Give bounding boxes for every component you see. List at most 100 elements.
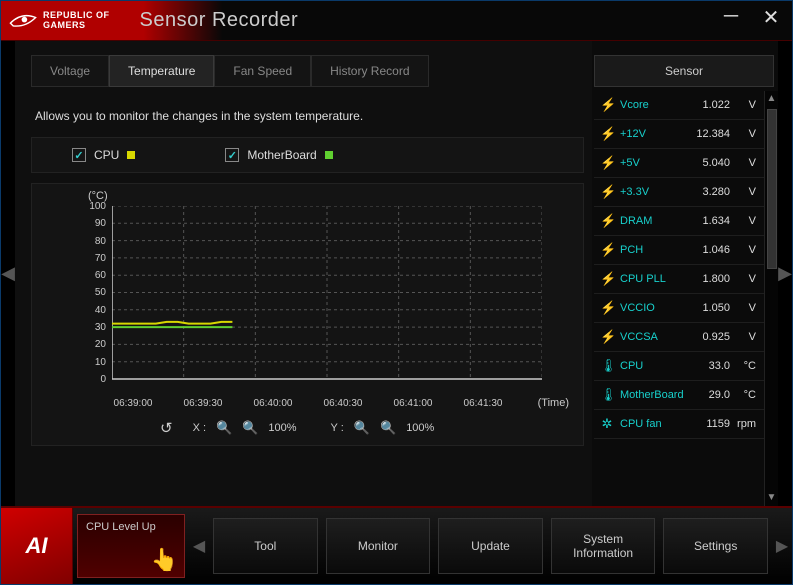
zoom-x-value: 100% xyxy=(268,422,296,434)
sensor-unit: V xyxy=(730,128,756,140)
sensor-name: DRAM xyxy=(620,215,686,227)
sidebar-scrollbar[interactable]: ▲ ▼ xyxy=(764,91,778,506)
chart-area: (°C) 1009080706050403020100 06:39:0006:3… xyxy=(40,190,575,415)
checkbox-mb-label: MotherBoard xyxy=(247,148,316,162)
sensor-value: 29.0 xyxy=(686,389,730,401)
hand-cursor-icon: 👆 xyxy=(151,547,178,573)
sensor-unit: °C xyxy=(730,389,756,401)
y-axis-ticks: 1009080706050403020100 xyxy=(84,202,106,392)
sensor-name: VCCSA xyxy=(620,331,686,343)
bolt-icon: ⚡ xyxy=(600,300,614,316)
tab-temperature[interactable]: Temperature xyxy=(109,55,214,87)
sensor-row[interactable]: ⚡VCCSA0.925V xyxy=(594,323,764,352)
sensor-name: +3.3V xyxy=(620,186,686,198)
sensor-name: VCCIO xyxy=(620,302,686,314)
scroll-thumb[interactable] xyxy=(767,109,777,269)
tab-history[interactable]: History Record xyxy=(311,55,428,87)
tab-voltage[interactable]: Voltage xyxy=(31,55,109,87)
sensor-value: 1159 xyxy=(686,418,730,430)
scroll-down-icon[interactable]: ▼ xyxy=(765,490,778,506)
close-button[interactable]: ✕ xyxy=(758,5,784,31)
monitor-button[interactable]: Monitor xyxy=(326,518,431,574)
zoom-x-out-icon[interactable]: 🔍 xyxy=(242,420,258,436)
sensor-name: CPU PLL xyxy=(620,273,686,285)
bolt-icon: ⚡ xyxy=(600,97,614,113)
sensor-list: ⚡Vcore1.022V⚡+12V12.384V⚡+5V5.040V⚡+3.3V… xyxy=(594,91,764,506)
zoom-y-value: 100% xyxy=(406,422,434,434)
sensor-name: +5V xyxy=(620,157,686,169)
cpu-level-up-button[interactable]: CPU Level Up 👆 xyxy=(77,514,185,578)
swatch-cpu xyxy=(127,151,135,159)
sensor-unit: V xyxy=(730,302,756,314)
tab-fan-speed[interactable]: Fan Speed xyxy=(214,55,311,87)
sensor-value: 12.384 xyxy=(686,128,730,140)
sensor-unit: V xyxy=(730,331,756,343)
sensor-row[interactable]: ⚡+3.3V3.280V xyxy=(594,178,764,207)
sensor-value: 1.800 xyxy=(686,273,730,285)
sensor-unit: V xyxy=(730,244,756,256)
app-window: { "header": { "brand_top": "REPUBLIC OF"… xyxy=(0,0,793,585)
reset-zoom-icon[interactable]: ↺ xyxy=(160,419,173,437)
checkbox-motherboard[interactable]: ✓ MotherBoard xyxy=(225,148,332,162)
fan-icon: ✲ xyxy=(600,416,614,432)
toolbar-scroll-left-icon[interactable]: ◀ xyxy=(189,508,209,584)
zoom-y-in-icon[interactable]: 🔍 xyxy=(354,420,370,436)
sensor-row[interactable]: ⚡Vcore1.022V xyxy=(594,91,764,120)
zoom-x-in-icon[interactable]: 🔍 xyxy=(216,420,232,436)
toolbar-logo-text: AI xyxy=(26,533,48,559)
sensor-unit: °C xyxy=(730,360,756,372)
sensor-value: 1.046 xyxy=(686,244,730,256)
toolbar-logo[interactable]: AI xyxy=(1,508,73,584)
content-area: ◀ Voltage Temperature Fan Speed History … xyxy=(1,41,792,506)
sensor-sidebar: Sensor ⚡Vcore1.022V⚡+12V12.384V⚡+5V5.040… xyxy=(592,41,778,506)
scroll-right-icon[interactable]: ▶ xyxy=(778,263,792,284)
zoom-x-label: X : xyxy=(193,422,206,434)
rog-eye-icon xyxy=(9,10,37,32)
update-button[interactable]: Update xyxy=(438,518,543,574)
series-checkboxes: ✓ CPU ✓ MotherBoard xyxy=(31,137,584,173)
sensor-row[interactable]: ⚡PCH1.046V xyxy=(594,236,764,265)
check-icon: ✓ xyxy=(225,148,239,162)
sensor-unit: V xyxy=(730,273,756,285)
temp-icon: 🌡 xyxy=(600,387,614,403)
sensor-unit: V xyxy=(730,186,756,198)
sensor-unit: V xyxy=(730,99,756,111)
brand-line2: GAMERS xyxy=(43,21,110,30)
toolbar-scroll-right-icon[interactable]: ▶ xyxy=(772,508,792,584)
settings-button[interactable]: Settings xyxy=(663,518,768,574)
scroll-left-icon[interactable]: ◀ xyxy=(1,263,15,284)
system-info-button[interactable]: System Information xyxy=(551,518,656,574)
brand-logo: REPUBLIC OF GAMERS xyxy=(1,10,110,32)
sensor-row[interactable]: ✲ CPU fan1159rpm xyxy=(594,410,764,439)
zoom-y-label: Y : xyxy=(331,422,344,434)
minimize-button[interactable]: ─ xyxy=(718,5,744,31)
app-title: Sensor Recorder xyxy=(140,9,299,32)
tool-button[interactable]: Tool xyxy=(213,518,318,574)
chart-container: (°C) 1009080706050403020100 06:39:0006:3… xyxy=(31,183,584,446)
sensor-row[interactable]: ⚡ VCCIO1.050V xyxy=(594,294,764,323)
sensor-name: Vcore xyxy=(620,99,686,111)
bolt-icon: ⚡ xyxy=(600,155,614,171)
tab-description: Allows you to monitor the changes in the… xyxy=(31,95,584,137)
zoom-y-out-icon[interactable]: 🔍 xyxy=(380,420,396,436)
x-axis-label: (Time) xyxy=(538,397,569,409)
sensor-name: CPU fan xyxy=(620,418,686,430)
title-bar: REPUBLIC OF GAMERS Sensor Recorder ─ ✕ xyxy=(1,1,792,41)
sensor-row[interactable]: 🌡MotherBoard29.0°C xyxy=(594,381,764,410)
sensor-value: 33.0 xyxy=(686,360,730,372)
checkbox-cpu[interactable]: ✓ CPU xyxy=(72,148,135,162)
checkbox-cpu-label: CPU xyxy=(94,148,119,162)
sensor-name: +12V xyxy=(620,128,686,140)
sensor-unit: rpm xyxy=(730,418,756,430)
bolt-icon: ⚡ xyxy=(600,271,614,287)
sensor-row[interactable]: ⚡DRAM1.634V xyxy=(594,207,764,236)
sensor-row[interactable]: ⚡+5V5.040V xyxy=(594,149,764,178)
sensor-row[interactable]: 🌡CPU33.0°C xyxy=(594,352,764,381)
sensor-value: 1.050 xyxy=(686,302,730,314)
sensor-row[interactable]: ⚡ CPU PLL1.800V xyxy=(594,265,764,294)
cpu-level-up-label: CPU Level Up xyxy=(86,521,156,533)
zoom-controls: ↺ X : 🔍 🔍 100% Y : 🔍 🔍 100% xyxy=(40,415,575,439)
scroll-up-icon[interactable]: ▲ xyxy=(765,91,778,107)
sensor-row[interactable]: ⚡+12V12.384V xyxy=(594,120,764,149)
sensor-value: 1.634 xyxy=(686,215,730,227)
